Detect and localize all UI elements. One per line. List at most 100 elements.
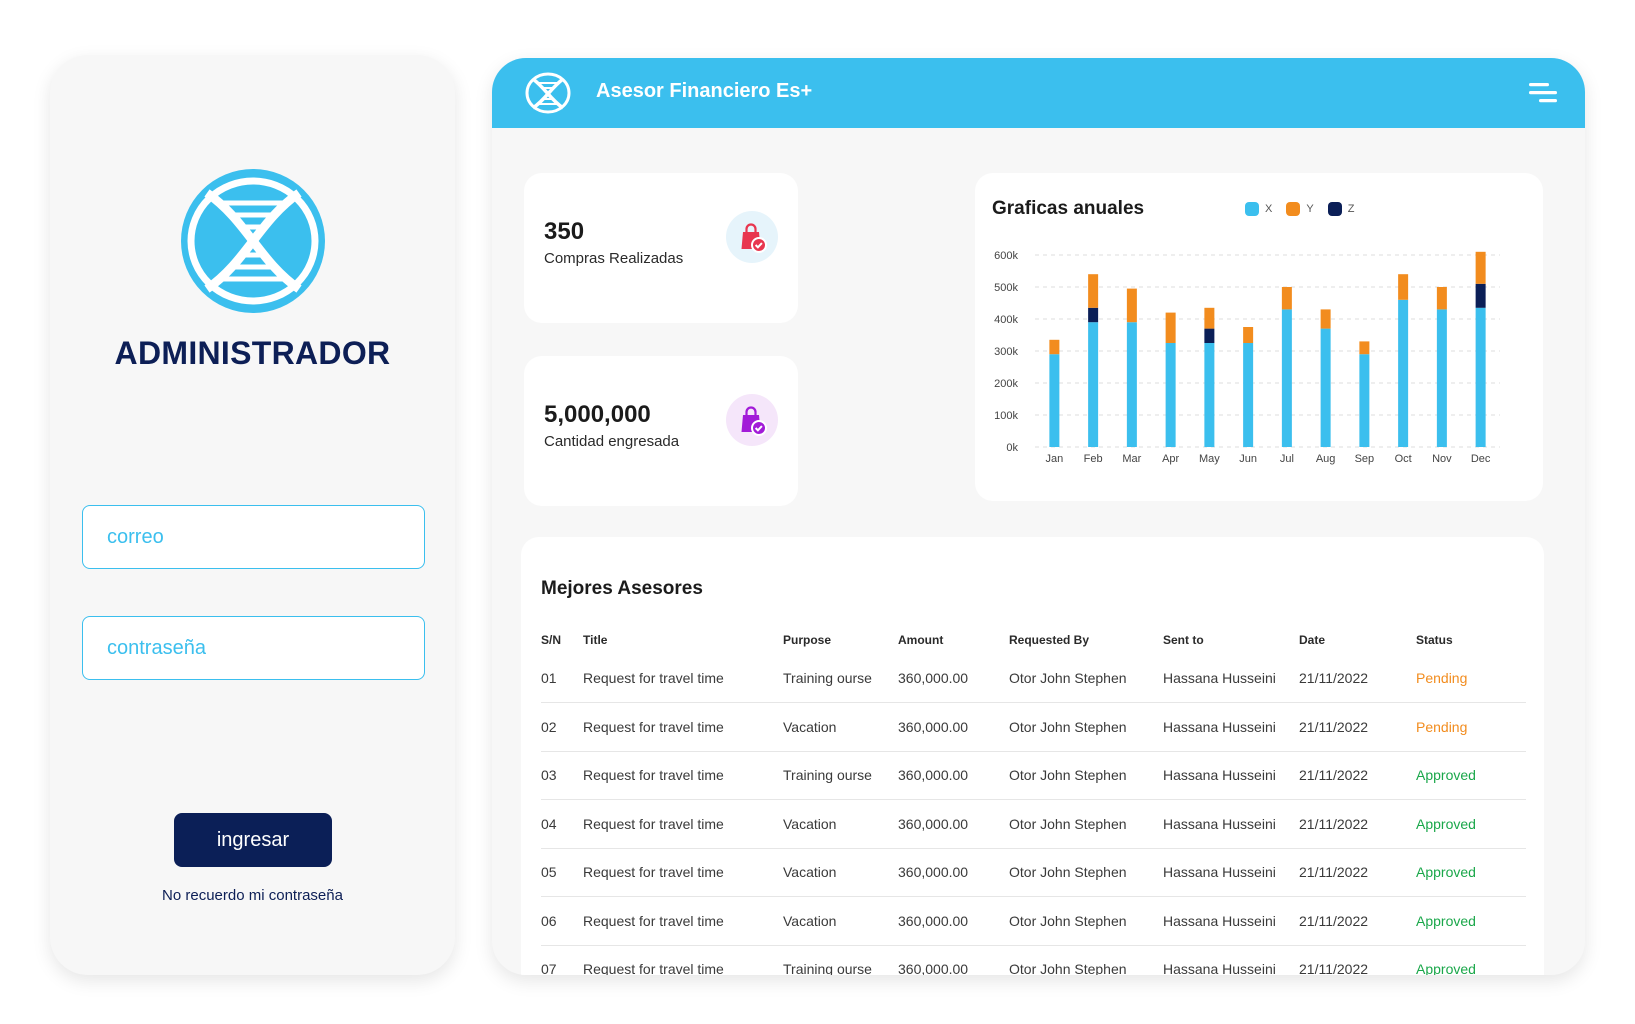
cell-purpose: Vacation (783, 702, 898, 752)
status-badge: Approved (1416, 751, 1526, 800)
cell-sn: 07 (541, 945, 583, 975)
bar-segment-x[interactable] (1243, 343, 1254, 447)
bar-segment-x[interactable] (1436, 309, 1447, 447)
cell-sn: 03 (541, 751, 583, 800)
cell-requested-by: Otor John Stephen (1009, 896, 1163, 946)
bar-segment-y[interactable] (1165, 312, 1176, 343)
bar-segment-z[interactable] (1088, 307, 1099, 323)
bar-segment-x[interactable] (1126, 322, 1137, 447)
bar-segment-y[interactable] (1320, 309, 1331, 329)
bar-segment-y[interactable] (1436, 287, 1447, 310)
table-row[interactable]: 04 Request for travel time Vacation 360,000… (541, 799, 1526, 849)
y-tick-label: 600k (994, 250, 1018, 262)
stat-label: Cantidad engresada (544, 433, 680, 450)
cell-purpose: Vacation (783, 896, 898, 946)
bar-segment-y[interactable] (1359, 341, 1370, 355)
status-badge: Approved (1416, 945, 1526, 975)
cell-date: 21/11/2022 (1299, 896, 1416, 946)
cell-sn: 04 (541, 799, 583, 849)
bar-segment-x[interactable] (1281, 309, 1292, 447)
email-field[interactable]: correo (82, 505, 425, 569)
cell-sn: 06 (541, 896, 583, 946)
dna-logo-icon[interactable] (524, 71, 572, 115)
bar-segment-y[interactable] (1088, 274, 1099, 308)
x-tick-label: Oct (1395, 453, 1412, 465)
login-panel: ADMINISTRADOR correo contraseña ingresar… (50, 55, 455, 975)
stat-card-amount: 5,000,000 Cantidad engresada (524, 356, 798, 506)
bar-segment-y[interactable] (1475, 251, 1486, 284)
stat-card-purchases: 350 Compras Realizadas (524, 173, 798, 323)
cell-date: 21/11/2022 (1299, 654, 1416, 703)
bar-segment-z[interactable] (1475, 283, 1486, 308)
bar-segment-x[interactable] (1088, 322, 1099, 447)
bar-segment-x[interactable] (1320, 328, 1331, 447)
cell-amount: 360,000.00 (898, 896, 1009, 946)
bar-segment-x[interactable] (1475, 307, 1486, 447)
dashboard-panel: Asesor Financiero Es+ 350 Compras Realiz… (492, 58, 1585, 975)
y-tick-label: 500k (994, 282, 1018, 294)
status-badge: Approved (1416, 848, 1526, 897)
bar-segment-y[interactable] (1204, 307, 1215, 329)
column-header: Title (583, 633, 608, 647)
bar-segment-y[interactable] (1049, 339, 1060, 355)
table-row[interactable]: 03 Request for travel time Training ourse 3… (541, 751, 1526, 800)
bar-segment-x[interactable] (1398, 299, 1409, 447)
bar-segment-z[interactable] (1204, 328, 1215, 343)
menu-icon[interactable] (1527, 80, 1559, 106)
table-body: 01 Request for travel time Training ourse 3… (541, 654, 1526, 975)
cell-sent-to: Hassana Husseini (1163, 945, 1299, 975)
cell-title: Request for travel time (583, 751, 783, 800)
x-tick-label: Nov (1432, 453, 1452, 465)
table-row[interactable]: 05 Request for travel time Vacation 360,000… (541, 848, 1526, 897)
cell-purpose: Vacation (783, 799, 898, 849)
y-tick-label: 300k (994, 346, 1018, 358)
column-header: Date (1299, 633, 1326, 647)
cell-date: 21/11/2022 (1299, 702, 1416, 752)
x-tick-label: Aug (1316, 453, 1336, 465)
x-tick-label: May (1199, 453, 1220, 465)
cell-sent-to: Hassana Husseini (1163, 848, 1299, 897)
cell-amount: 360,000.00 (898, 702, 1009, 752)
shopping-bag-check-icon (726, 394, 778, 446)
bar-segment-y[interactable] (1243, 327, 1254, 343)
bar-segment-x[interactable] (1049, 354, 1060, 447)
password-placeholder: contraseña (107, 636, 206, 659)
forgot-password-link[interactable]: No recuerdo mi contraseña (50, 887, 455, 904)
table-row[interactable]: 01 Request for travel time Training ourse 3… (541, 654, 1526, 703)
bar-segment-x[interactable] (1204, 343, 1215, 447)
x-tick-label: Dec (1471, 453, 1491, 465)
annual-chart-card: Graficas anuales X Y Z 0k 100k 200k 300k 400… (975, 173, 1543, 501)
bar-segment-y[interactable] (1398, 274, 1409, 300)
y-tick-label: 200k (994, 378, 1018, 390)
bar-segment-x[interactable] (1359, 354, 1370, 447)
status-badge: Pending (1416, 654, 1526, 703)
dna-logo-icon (181, 169, 325, 313)
cell-requested-by: Otor John Stephen (1009, 799, 1163, 849)
table-row[interactable]: 06 Request for travel time Vacation 360,000… (541, 896, 1526, 946)
cell-title: Request for travel time (583, 945, 783, 975)
cell-purpose: Training ourse (783, 751, 898, 800)
bar-segment-y[interactable] (1281, 287, 1292, 310)
bar-segment-y[interactable] (1126, 288, 1137, 323)
bar-segment-x[interactable] (1165, 343, 1176, 447)
cell-requested-by: Otor John Stephen (1009, 702, 1163, 752)
login-button[interactable]: ingresar (174, 813, 332, 867)
cell-sn: 01 (541, 654, 583, 703)
cell-title: Request for travel time (583, 799, 783, 849)
password-field[interactable]: contraseña (82, 616, 425, 680)
cell-amount: 360,000.00 (898, 799, 1009, 849)
table-row[interactable]: 07 Request for travel time Training ourse 3… (541, 945, 1526, 975)
cell-title: Request for travel time (583, 848, 783, 897)
cell-date: 21/11/2022 (1299, 848, 1416, 897)
cell-amount: 360,000.00 (898, 654, 1009, 703)
cell-requested-by: Otor John Stephen (1009, 751, 1163, 800)
cell-requested-by: Otor John Stephen (1009, 654, 1163, 703)
cell-sent-to: Hassana Husseini (1163, 799, 1299, 849)
table-row[interactable]: 02 Request for travel time Vacation 360,000… (541, 702, 1526, 752)
x-tick-label: Apr (1162, 453, 1179, 465)
app-title: Asesor Financiero Es+ (596, 80, 813, 102)
stat-value: 5,000,000 (544, 401, 651, 428)
column-header: Sent to (1163, 633, 1204, 647)
cell-sent-to: Hassana Husseini (1163, 654, 1299, 703)
cell-date: 21/11/2022 (1299, 799, 1416, 849)
